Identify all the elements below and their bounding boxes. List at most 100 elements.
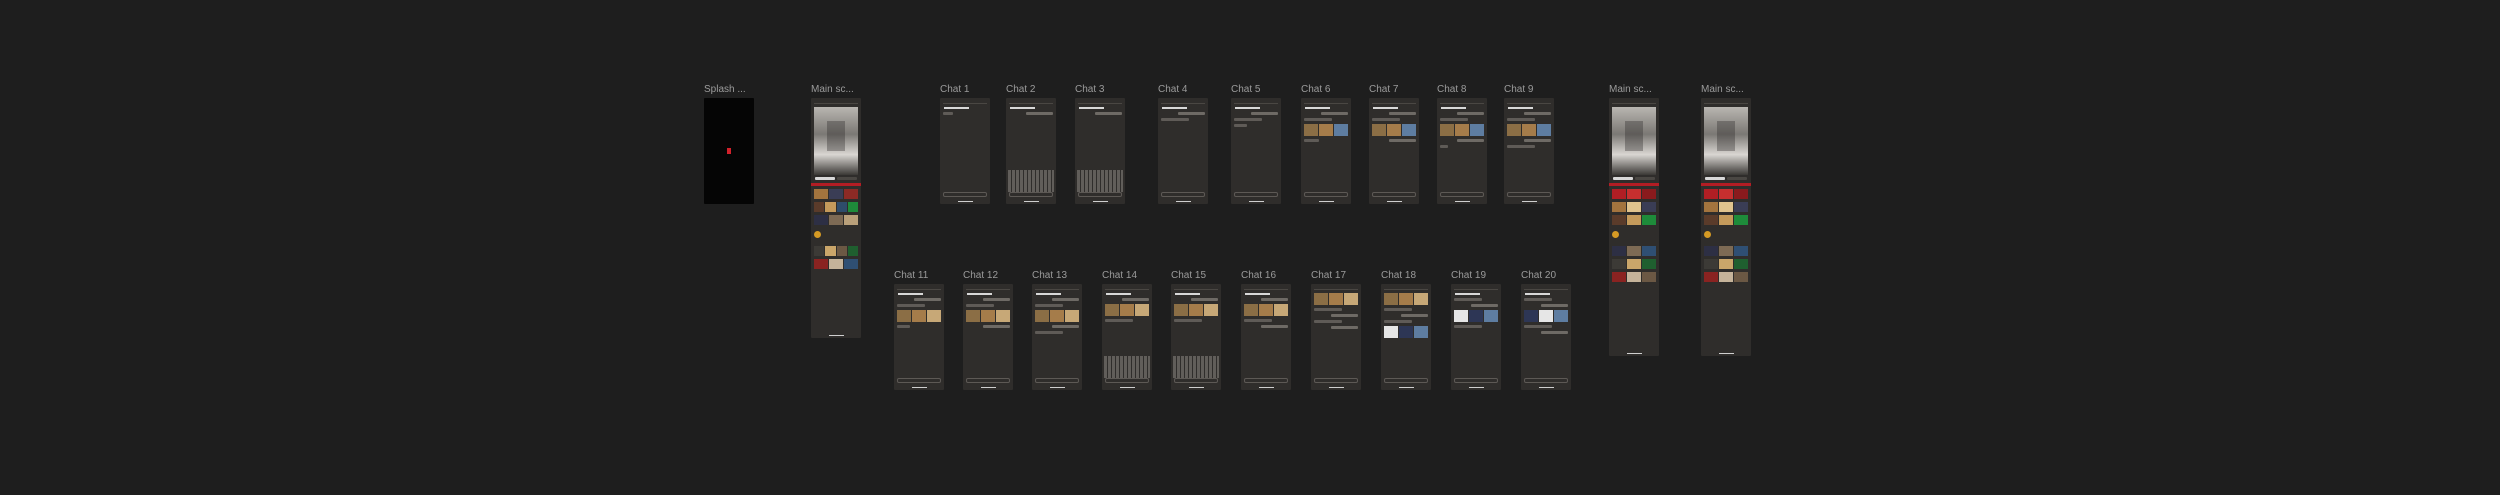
status-bar [1234,100,1278,104]
frame-splash[interactable]: Splash ... [704,84,754,204]
frame-label[interactable]: Chat 14 [1102,270,1137,282]
movie-suggestions [1440,124,1484,136]
movie-thumbnail [1399,293,1413,305]
frame-label[interactable]: Chat 15 [1171,270,1206,282]
chat-screen [1521,284,1571,390]
frame-label[interactable]: Chat 16 [1241,270,1276,282]
frame-chat-19[interactable]: Chat 19 [1451,270,1501,390]
message-bubble [897,304,925,307]
movie-thumbnail [897,310,911,322]
design-canvas[interactable]: Splash ... Main sc... Chat 1 Chat 2 Chat… [0,0,2500,495]
frame-label[interactable]: Main sc... [811,84,854,96]
status-bar [943,100,987,104]
frame-label[interactable]: Chat 2 [1006,84,1035,96]
frame-label[interactable]: Chat 8 [1437,84,1466,96]
poster-row [1612,189,1656,199]
chat-title [1441,107,1466,109]
frame-label[interactable]: Chat 5 [1231,84,1260,96]
poster-row [814,189,858,199]
frame-main-3[interactable]: Main sc... [1701,84,1751,356]
poster-row [1612,259,1656,269]
frame-chat-6[interactable]: Chat 6 [1301,84,1351,204]
movie-thumbnail [1344,293,1358,305]
movie-thumbnail [1204,304,1218,316]
frame-label[interactable]: Chat 12 [963,270,998,282]
home-indicator [1175,201,1191,202]
chat-screen [1075,98,1125,204]
avatar [814,231,821,238]
frame-chat-15[interactable]: Chat 15 [1171,270,1221,390]
movie-suggestions [897,310,941,322]
frame-chat-18[interactable]: Chat 18 [1381,270,1431,390]
frame-chat-14[interactable]: Chat 14 [1102,270,1152,390]
frame-chat-13[interactable]: Chat 13 [1032,270,1082,390]
frame-label[interactable]: Chat 6 [1301,84,1330,96]
message-bubble [1541,304,1568,307]
message-bubble [1251,112,1278,115]
movie-thumbnail [1414,326,1428,338]
chat-screen [1437,98,1487,204]
frame-main-1[interactable]: Main sc... [811,84,861,338]
frame-label[interactable]: Chat 13 [1032,270,1067,282]
chat-screen [1171,284,1221,390]
frame-label[interactable]: Main sc... [1701,84,1744,96]
hero-poster [814,107,858,175]
frame-chat-9[interactable]: Chat 9 [1504,84,1554,204]
frame-chat-20[interactable]: Chat 20 [1521,270,1571,390]
message-bubble [1261,325,1288,328]
frame-label[interactable]: Chat 11 [894,270,928,282]
message-bubble [1331,326,1358,329]
message-bubble [914,298,941,301]
frame-chat-4[interactable]: Chat 4 [1158,84,1208,204]
message-input [1507,192,1551,197]
message-bubble [1026,112,1053,115]
frame-chat-2[interactable]: Chat 2 [1006,84,1056,204]
frame-label[interactable]: Main sc... [1609,84,1652,96]
home-indicator [1092,201,1108,202]
frame-label[interactable]: Chat 18 [1381,270,1416,282]
frame-label[interactable]: Splash ... [704,84,746,96]
poster-row [1612,215,1656,225]
frame-label[interactable]: Chat 20 [1521,270,1556,282]
message-bubble [1524,139,1551,142]
frame-chat-12[interactable]: Chat 12 [963,270,1013,390]
message-bubble [1161,118,1189,121]
status-bar [1314,286,1358,290]
movie-thumbnail [1440,124,1454,136]
chat-screen [1231,98,1281,204]
frame-chat-1[interactable]: Chat 1 [940,84,990,204]
frame-label[interactable]: Chat 7 [1369,84,1398,96]
status-bar [1440,100,1484,104]
message-bubble [1389,112,1416,115]
movie-thumbnail [1524,310,1538,322]
status-bar [1174,286,1218,290]
chat-title [1235,107,1260,109]
frame-label[interactable]: Chat 9 [1504,84,1533,96]
frame-main-2[interactable]: Main sc... [1609,84,1659,356]
chat-title [1525,293,1550,295]
movie-suggestions [1372,124,1416,136]
movie-thumbnail [1174,304,1188,316]
frame-chat-5[interactable]: Chat 5 [1231,84,1281,204]
keyboard [1173,356,1219,378]
frame-chat-17[interactable]: Chat 17 [1311,270,1361,390]
poster-row [1612,246,1656,256]
message-bubble [1244,319,1272,322]
poster-row [814,259,858,269]
frame-chat-3[interactable]: Chat 3 [1075,84,1125,204]
frame-chat-7[interactable]: Chat 7 [1369,84,1419,204]
frame-chat-8[interactable]: Chat 8 [1437,84,1487,204]
frame-chat-16[interactable]: Chat 16 [1241,270,1291,390]
chat-title [1245,293,1270,295]
keyboard [1077,170,1123,192]
frame-chat-11[interactable]: Chat 11 [894,270,944,390]
frame-label[interactable]: Chat 17 [1311,270,1346,282]
frame-label[interactable]: Chat 3 [1075,84,1104,96]
movie-thumbnail [1484,310,1498,322]
message-bubble [1524,325,1552,328]
message-bubble [1541,331,1568,334]
frame-label[interactable]: Chat 1 [940,84,969,96]
message-input [1454,378,1498,383]
frame-label[interactable]: Chat 19 [1451,270,1486,282]
frame-label[interactable]: Chat 4 [1158,84,1187,96]
